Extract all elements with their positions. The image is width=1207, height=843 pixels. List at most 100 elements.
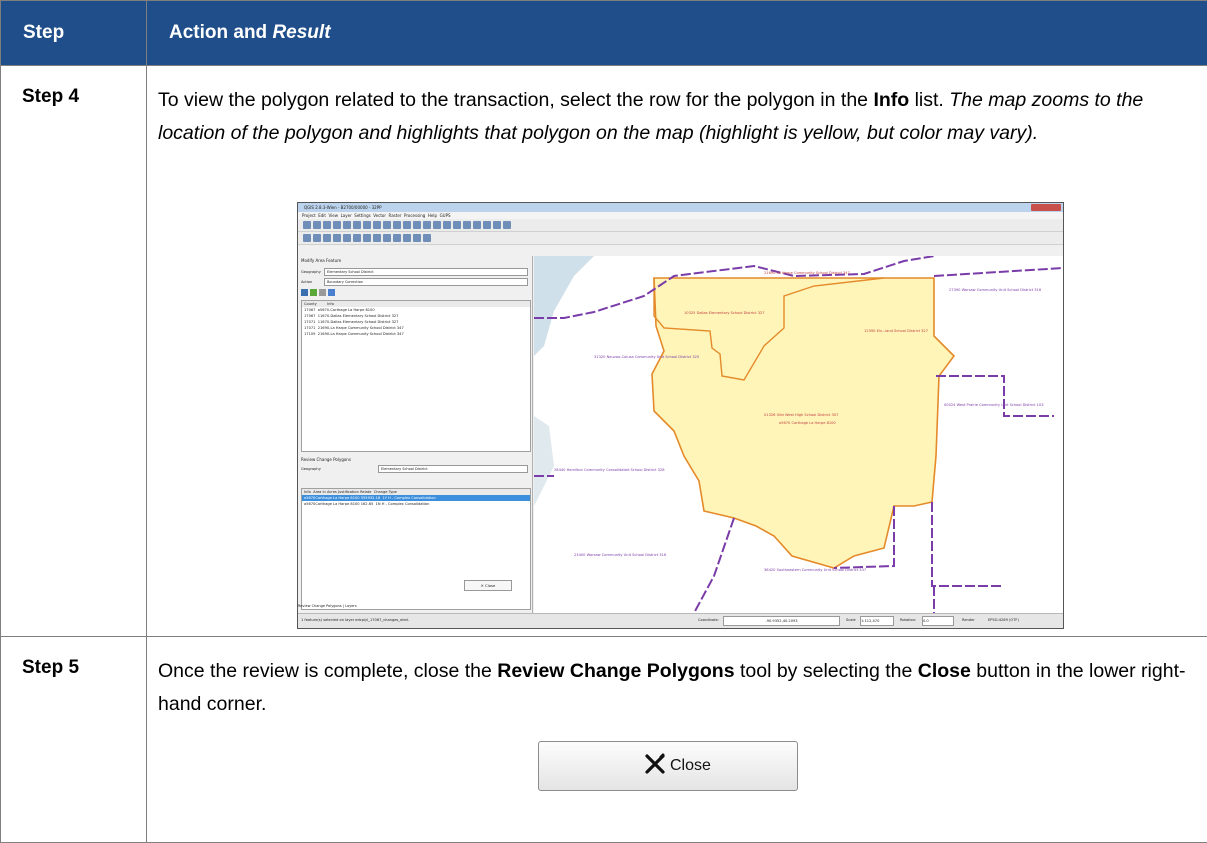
- river-left: [534, 416, 554, 506]
- rotation-label: Rotation:: [900, 618, 916, 622]
- menu-gups[interactable]: GUPS: [440, 213, 451, 218]
- tool-icon[interactable]: [483, 221, 491, 229]
- tool-icon[interactable]: [363, 234, 371, 242]
- tool-icon[interactable]: [303, 234, 311, 242]
- scale-select[interactable]: 1:112,470: [860, 616, 894, 626]
- window-title: QGIS 2.8.3-Wien - B2700/00000 - 32PP: [304, 205, 382, 210]
- action-select[interactable]: Boundary Correction: [324, 278, 528, 286]
- coordinate-field[interactable]: -90.9352,40.2093: [723, 616, 840, 626]
- arrow-icon[interactable]: [328, 289, 335, 296]
- tool-icon[interactable]: [493, 221, 501, 229]
- tool-icon[interactable]: [453, 221, 461, 229]
- tool-icon[interactable]: [393, 234, 401, 242]
- tool-icon[interactable]: [303, 221, 311, 229]
- tool-icon[interactable]: [383, 234, 391, 242]
- review-geography-select[interactable]: Elementary School District: [378, 465, 528, 473]
- review-table[interactable]: Info Area in Acres Justification Relate …: [301, 488, 531, 610]
- map-label: 28440 Hamilton Community Consolidated Sc…: [554, 468, 665, 472]
- step-5-text: Once the review is complete, close the R…: [147, 637, 1207, 843]
- tool-icon[interactable]: [393, 221, 401, 229]
- tool-icon[interactable]: [333, 221, 341, 229]
- tool-icon[interactable]: [413, 221, 421, 229]
- menu-vector[interactable]: Vector: [373, 213, 386, 218]
- map-svg[interactable]: 21690 La Harpe Community School District…: [534, 256, 1063, 613]
- tool-icon[interactable]: [433, 221, 441, 229]
- tool-icon[interactable]: [403, 221, 411, 229]
- map-label: 10325 Dallas Elementary School District …: [684, 311, 765, 315]
- tab-review[interactable]: Review Change Polygons: [298, 604, 342, 608]
- tool-icon[interactable]: [343, 221, 351, 229]
- map-label: 12390 Elv...land School District 327: [864, 329, 928, 333]
- map-label: a5670 Carthage La Harpe 8100: [779, 421, 836, 425]
- menu-settings[interactable]: Settings: [354, 213, 370, 218]
- list-item[interactable]: 17109 21690-La Harpe Community School Di…: [302, 331, 530, 337]
- map-label: 00024 West Prairie Community Unit School…: [944, 403, 1044, 407]
- map-label: 23400 Warsaw Community Unit School Distr…: [574, 553, 667, 557]
- tool-icon[interactable]: [463, 221, 471, 229]
- map-label: 31320 Nauvoo-Colusa Community Unit Schoo…: [594, 355, 699, 359]
- step-5-text-c: tool by selecting the: [735, 660, 918, 682]
- tool-icon[interactable]: [413, 234, 421, 242]
- add-icon[interactable]: [310, 289, 317, 296]
- map-label: 36420 Southeastern Community Unit School…: [764, 568, 866, 572]
- step-5-close-keyword: Close: [918, 660, 971, 682]
- x-icon: ✕: [481, 583, 484, 588]
- review-panel-title: Review Change Polygons: [298, 455, 354, 464]
- tab-layers[interactable]: Layers: [345, 604, 357, 608]
- geography-label: Geography: [301, 270, 321, 274]
- close-button[interactable]: Close: [538, 741, 798, 791]
- tool-icon[interactable]: [423, 234, 431, 242]
- menu-edit[interactable]: Edit: [318, 213, 326, 218]
- status-bar: 1 feature(s) selected on layer edcplyl_1…: [298, 613, 1063, 629]
- tool-icon[interactable]: [473, 221, 481, 229]
- tool-icon[interactable]: [313, 234, 321, 242]
- crs-button[interactable]: EPSG:4269 (OTF): [988, 618, 1019, 622]
- menu-processing[interactable]: Processing: [404, 213, 425, 218]
- menu-project[interactable]: Project: [302, 213, 316, 218]
- tool-icon[interactable]: [353, 221, 361, 229]
- tool-icon[interactable]: [363, 221, 371, 229]
- tool-icon[interactable]: [373, 221, 381, 229]
- review-geography-label: Geography: [301, 467, 321, 471]
- action-label: Action: [301, 280, 312, 284]
- tool-icon[interactable]: [333, 234, 341, 242]
- tool-icon[interactable]: [373, 234, 381, 242]
- tool-icon[interactable]: [323, 234, 331, 242]
- step-4-instruction-end: list.: [909, 89, 944, 111]
- tool-icon[interactable]: [383, 221, 391, 229]
- tool-icon[interactable]: [353, 234, 361, 242]
- x-icon: [644, 753, 666, 775]
- layer-icon[interactable]: [301, 289, 308, 296]
- tool-icon[interactable]: [443, 221, 451, 229]
- dock-tabs: Review Change Polygons | Layers: [298, 604, 357, 608]
- tool-icon[interactable]: [503, 221, 511, 229]
- tool-icon[interactable]: [403, 234, 411, 242]
- tool-icon[interactable]: [423, 221, 431, 229]
- menu-layer[interactable]: Layer: [341, 213, 352, 218]
- geography-select[interactable]: Elementary School District: [324, 268, 528, 276]
- tool-icon[interactable]: [343, 234, 351, 242]
- step-5-tool-name: Review Change Polygons: [497, 660, 734, 682]
- mini-close-button[interactable]: ✕ Close: [464, 580, 512, 591]
- table-row[interactable]: a5670Carthage La Harpe 8100 162.65 1N H …: [302, 501, 530, 507]
- left-dock: Modify Area Feature Geography Elementary…: [298, 256, 533, 613]
- map-label: 27390 Warsaw Community Unit School Distr…: [949, 288, 1042, 292]
- map-canvas[interactable]: 21690 La Harpe Community School District…: [534, 256, 1063, 613]
- remove-icon[interactable]: [319, 289, 326, 296]
- menu-view[interactable]: View: [329, 213, 339, 218]
- map-label: 01326 Illini West High School District 3…: [764, 413, 838, 417]
- menu-raster[interactable]: Raster: [389, 213, 402, 218]
- window-controls[interactable]: [1031, 204, 1061, 211]
- menu-bar: Project Edit View Layer Settings Vector …: [298, 212, 1063, 219]
- scale-label: Scale: [846, 618, 856, 622]
- menu-help[interactable]: Help: [428, 213, 437, 218]
- toolbar-1: [298, 219, 1063, 232]
- tool-icon[interactable]: [313, 221, 321, 229]
- rotation-field[interactable]: 0.0: [922, 616, 954, 626]
- info-list[interactable]: County Info 17067 a5670-Carthage La Harp…: [301, 300, 531, 452]
- tool-icon[interactable]: [323, 221, 331, 229]
- step-4-label: Step 4: [1, 66, 147, 637]
- header-action-prefix: Action and: [169, 22, 272, 43]
- modify-panel-title: Modify Area Feature: [298, 256, 532, 265]
- render-checkbox[interactable]: Render: [962, 618, 975, 622]
